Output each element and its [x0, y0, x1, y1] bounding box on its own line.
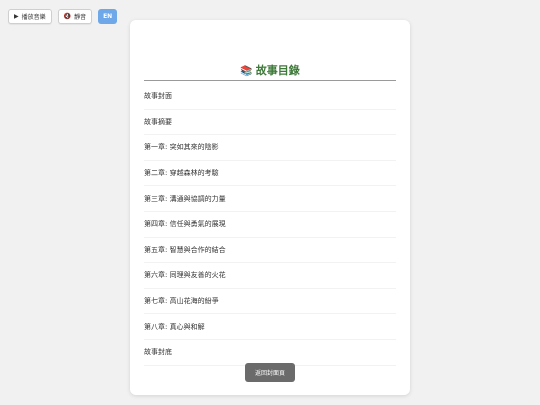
- toc-item-chapter-3[interactable]: 第三章: 溝通與協調的力量: [144, 186, 396, 212]
- toc-item-chapter-7[interactable]: 第七章: 高山花海的紛爭: [144, 289, 396, 315]
- back-to-cover-button[interactable]: 返回封面頁: [245, 363, 295, 382]
- toc-list: 故事封面 故事摘要 第一章: 突如其來的陰影 第二章: 穿越森林的考驗 第三章:…: [144, 84, 396, 366]
- page-title-text: 故事目錄: [255, 64, 300, 77]
- toc-item-back-cover[interactable]: 故事封底: [144, 340, 396, 366]
- toc-item-chapter-8[interactable]: 第八章: 真心與和解: [144, 314, 396, 340]
- toolbar: ▶ 播放音樂 🔇 靜音 EN: [8, 9, 118, 24]
- toc-item-chapter-5[interactable]: 第五章: 智慧與合作的結合: [144, 238, 396, 264]
- mute-label: 靜音: [74, 14, 87, 21]
- toc-item-chapter-4[interactable]: 第四章: 信任與勇氣的展現: [144, 212, 396, 238]
- toc-item-chapter-6[interactable]: 第六章: 同理與友善的火花: [144, 263, 396, 289]
- toc-item-cover[interactable]: 故事封面: [144, 84, 396, 110]
- toc-item-summary[interactable]: 故事摘要: [144, 110, 396, 136]
- toc-item-chapter-1[interactable]: 第一章: 突如其來的陰影: [144, 135, 396, 161]
- title-divider: [144, 80, 396, 81]
- toc-item-chapter-2[interactable]: 第二章: 穿越森林的考驗: [144, 161, 396, 187]
- table-of-contents-card: 📚 故事目錄 故事封面 故事摘要 第一章: 突如其來的陰影 第二章: 穿越森林的考…: [130, 20, 410, 395]
- mute-icon: 🔇: [63, 12, 72, 20]
- books-icon: 📚: [240, 66, 253, 77]
- page-title: 📚 故事目錄: [130, 62, 410, 78]
- language-toggle-button[interactable]: EN: [98, 9, 118, 24]
- play-icon: ▶: [14, 12, 19, 20]
- mute-button[interactable]: 🔇 靜音: [57, 9, 93, 24]
- play-music-label: 播放音樂: [21, 14, 46, 21]
- play-music-button[interactable]: ▶ 播放音樂: [8, 9, 52, 24]
